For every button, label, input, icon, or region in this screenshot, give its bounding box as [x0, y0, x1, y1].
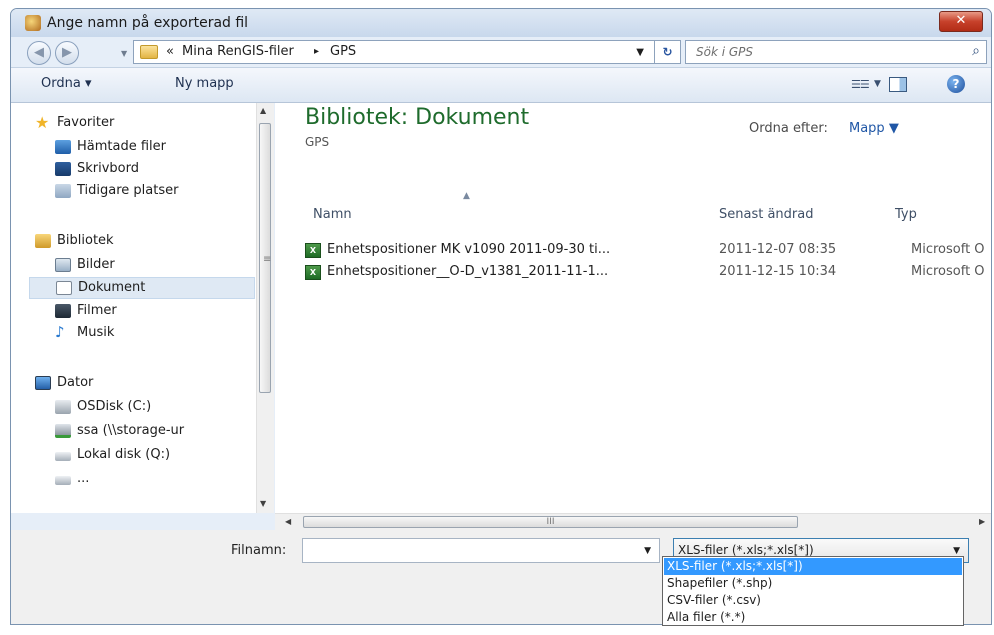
file-date: 2011-12-07 08:35	[719, 242, 837, 257]
breadcrumb-overflow[interactable]: «	[166, 44, 174, 59]
organize-button[interactable]: Ordna ▾	[41, 76, 91, 91]
scroll-left-arrow[interactable]: ◀	[285, 517, 291, 526]
command-bar: Ordna ▾ Ny mapp ☰☰ ▼ ?	[11, 67, 991, 103]
nav-documents[interactable]: Dokument	[29, 277, 255, 299]
navigation-bar: ◀ ▶ ▼ « Mina RenGIS-filer ▸ GPS ▼ ↻ Sök …	[11, 37, 991, 67]
scroll-right-arrow[interactable]: ▶	[979, 517, 985, 526]
help-icon[interactable]: ?	[947, 75, 965, 93]
arrange-by-label: Ordna efter:	[749, 121, 828, 136]
nav-more-drives[interactable]: ...	[55, 469, 245, 491]
nav-libraries[interactable]: Bibliotek	[35, 231, 235, 253]
library-title: Bibliotek: Dokument	[305, 105, 530, 130]
file-type-option[interactable]: CSV-filer (*.csv)	[664, 592, 962, 609]
scroll-grip-icon: ≡	[263, 254, 272, 265]
app-icon	[25, 15, 41, 31]
drive-icon	[55, 476, 71, 485]
search-icon[interactable]: ⌕	[972, 43, 980, 59]
music-icon: ♪	[55, 323, 65, 341]
search-input[interactable]: Sök i GPS	[696, 45, 753, 59]
nav-desktop[interactable]: Skrivbord	[55, 159, 245, 181]
file-row[interactable]: X Enhetspositioner__O-D_v1381_2011-11-1.…	[305, 263, 991, 283]
views-dropdown-icon[interactable]: ▼	[874, 79, 881, 89]
nav-computer[interactable]: Dator	[35, 373, 235, 395]
preview-pane-icon[interactable]	[889, 77, 907, 92]
file-type-option[interactable]: Alla filer (*.*)	[664, 609, 962, 626]
breadcrumb-separator[interactable]: ▸	[314, 46, 319, 57]
pictures-icon	[55, 258, 71, 272]
file-type-value: XLS-filer (*.xls;*.xls[*])	[678, 543, 814, 557]
file-type-options-list: XLS-filer (*.xls;*.xls[*]) Shapefiler (*…	[662, 556, 964, 626]
network-drive-icon	[55, 424, 71, 438]
libraries-icon	[35, 234, 51, 248]
breadcrumb-current[interactable]: GPS	[330, 44, 356, 59]
column-header-date[interactable]: Senast ändrad	[719, 207, 813, 222]
file-list-pane: Bibliotek: Dokument GPS Ordna efter: Map…	[275, 103, 991, 513]
save-dialog: Ange namn på exporterad fil ✕ ◀ ▶ ▼ « Mi…	[10, 8, 992, 625]
scroll-up-arrow[interactable]: ▲	[260, 106, 266, 115]
nav-downloads[interactable]: Hämtade filer	[55, 137, 245, 159]
nav-network-drive[interactable]: ssa (\\storage-ur	[55, 421, 255, 443]
forward-button[interactable]: ▶	[55, 41, 79, 65]
column-header-type[interactable]: Typ	[895, 207, 917, 222]
star-icon: ★	[35, 113, 50, 132]
breadcrumb-parent[interactable]: Mina RenGIS-filer	[182, 44, 294, 59]
column-header-name[interactable]: Namn	[313, 207, 352, 222]
drive-icon	[55, 400, 71, 414]
navigation-pane-scrollbar[interactable]: ▲ ≡ ▼	[256, 103, 274, 513]
downloads-icon	[55, 140, 71, 154]
nav-videos[interactable]: Filmer	[55, 301, 245, 323]
nav-osdisk[interactable]: OSDisk (C:)	[55, 397, 245, 419]
excel-file-icon: X	[305, 265, 321, 280]
nav-favorites[interactable]: ★ Favoriter	[35, 113, 235, 135]
videos-icon	[55, 304, 71, 318]
scroll-down-arrow[interactable]: ▼	[260, 499, 266, 508]
search-box[interactable]: Sök i GPS ⌕	[685, 40, 987, 64]
nav-local-disk-q[interactable]: Lokal disk (Q:)	[55, 445, 245, 467]
file-type: Microsoft O	[911, 242, 985, 257]
nav-pictures[interactable]: Bilder	[55, 255, 245, 277]
file-type-option[interactable]: Shapefiler (*.shp)	[664, 575, 962, 592]
file-type-option[interactable]: XLS-filer (*.xls;*.xls[*])	[664, 558, 962, 575]
drive-icon	[55, 452, 71, 461]
filename-dropdown-button[interactable]: ▼	[644, 546, 651, 556]
file-type: Microsoft O	[911, 264, 985, 279]
recent-places-icon	[55, 184, 71, 198]
filename-label: Filnamn:	[231, 543, 287, 558]
file-row[interactable]: X Enhetspositioner MK v1090 2011-09-30 t…	[305, 241, 991, 261]
file-type-dropdown-button[interactable]: ▼	[953, 546, 960, 556]
filename-input[interactable]: ▼	[302, 538, 660, 563]
back-button[interactable]: ◀	[27, 41, 51, 65]
new-folder-button[interactable]: Ny mapp	[175, 76, 234, 91]
address-bar[interactable]: « Mina RenGIS-filer ▸ GPS ▼	[133, 40, 655, 64]
nav-music[interactable]: ♪ Musik	[55, 323, 245, 345]
sort-arrow-icon: ▲	[463, 191, 470, 201]
window-title: Ange namn på exporterad fil	[47, 15, 249, 31]
excel-file-icon: X	[305, 243, 321, 258]
horizontal-scroll-thumb[interactable]: III	[303, 516, 798, 528]
file-date: 2011-12-15 10:34	[719, 264, 837, 279]
computer-icon	[35, 376, 51, 390]
address-dropdown-button[interactable]: ▼	[636, 47, 644, 58]
navigation-pane: ★ Favoriter Hämtade filer Skrivbord Tidi…	[11, 103, 273, 513]
documents-icon	[56, 281, 72, 295]
close-button[interactable]: ✕	[939, 11, 983, 32]
arrange-by-dropdown[interactable]: Mapp ▼	[849, 121, 899, 136]
library-subtitle: GPS	[305, 135, 330, 149]
desktop-icon	[55, 162, 71, 176]
title-bar: Ange namn på exporterad fil ✕	[11, 9, 991, 37]
recent-locations-dropdown[interactable]: ▼	[121, 49, 127, 58]
file-list-horizontal-scrollbar[interactable]: ◀ III ▶	[275, 513, 991, 531]
folder-icon	[140, 45, 158, 59]
views-icon[interactable]: ☰☰	[851, 78, 870, 91]
file-name: Enhetspositioner MK v1090 2011-09-30 ti.…	[327, 242, 611, 257]
nav-recent-places[interactable]: Tidigare platser	[55, 181, 255, 203]
refresh-button[interactable]: ↻	[655, 40, 681, 64]
file-name: Enhetspositioner__O-D_v1381_2011-11-1...	[327, 264, 609, 279]
scroll-thumb[interactable]: ≡	[259, 123, 271, 393]
